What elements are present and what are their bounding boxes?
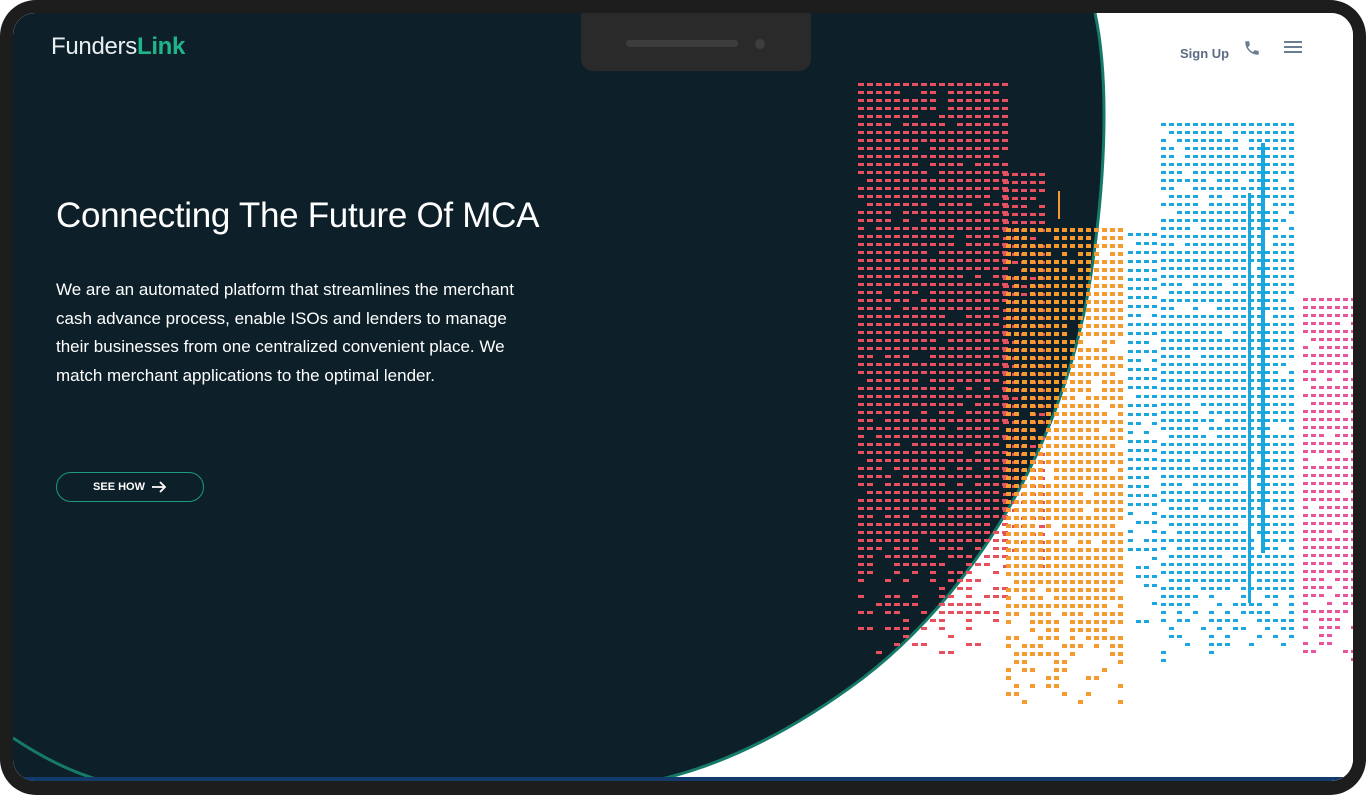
notch-camera — [755, 39, 765, 49]
see-how-button[interactable]: SEE HOW — [56, 472, 204, 502]
notch-speaker — [626, 40, 738, 47]
arrow-right-icon — [151, 481, 167, 493]
see-how-label: SEE HOW — [93, 481, 145, 493]
hero-description: We are an automated platform that stream… — [56, 280, 514, 385]
signup-link[interactable]: Sign Up — [1180, 46, 1229, 61]
funderslink-logo[interactable]: FundersLink — [51, 33, 185, 61]
device-notch — [581, 13, 811, 71]
hamburger-menu-icon[interactable] — [1284, 41, 1302, 55]
logo-text-funders: Funders — [51, 33, 137, 60]
device-frame: FundersLink Sign Up Connecting The Futur… — [0, 0, 1366, 795]
hero-title: Connecting The Future Of MCA — [56, 196, 540, 235]
phone-icon[interactable] — [1243, 39, 1261, 57]
browser-screen: FundersLink Sign Up Connecting The Futur… — [13, 13, 1353, 781]
bottom-accent-line — [13, 777, 1353, 781]
hero-background — [13, 13, 1353, 781]
logo-text-link: Link — [136, 33, 186, 60]
